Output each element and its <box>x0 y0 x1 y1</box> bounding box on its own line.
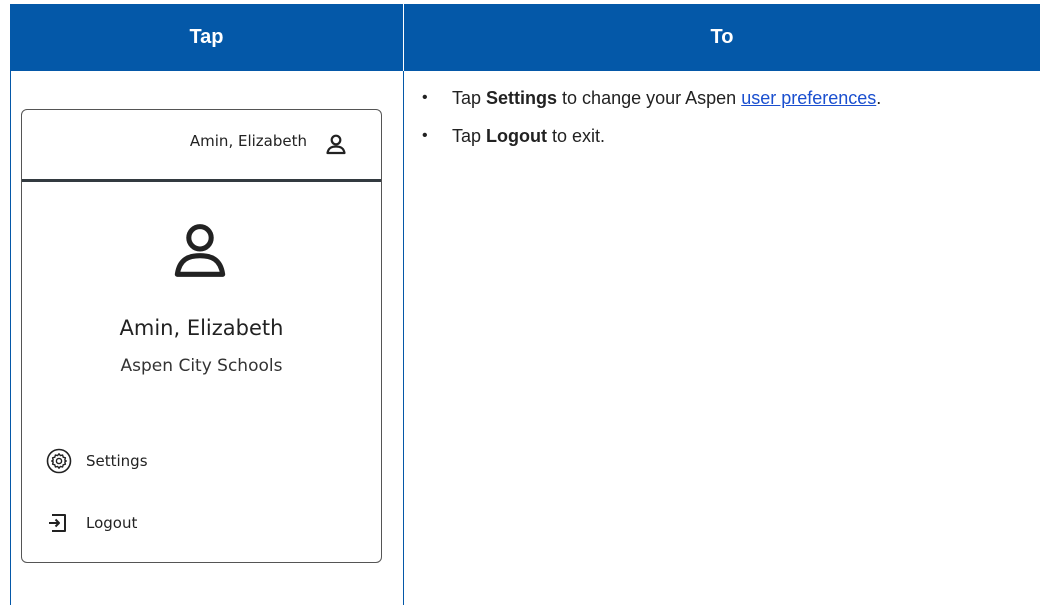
instruction-prefix: Tap <box>452 88 487 108</box>
user-preferences-link[interactable]: user preferences <box>741 88 876 108</box>
instruction-list: • Tap Settings to change your Aspen user… <box>422 86 1002 162</box>
mock-topbar: Amin, Elizabeth <box>22 110 381 179</box>
bullet: • <box>422 127 428 144</box>
tap-to-table: Tap To Amin, Elizabeth Amin, Elizabeth A… <box>10 4 1040 605</box>
gear-icon <box>46 448 72 474</box>
settings-menu-item[interactable]: Settings <box>46 446 148 476</box>
profile-user-icon <box>168 217 232 281</box>
logout-menu-item[interactable]: Logout <box>46 508 137 538</box>
header-tap: Tap <box>189 26 224 48</box>
logout-icon <box>46 510 72 536</box>
instruction-suffix: to exit. <box>547 126 606 146</box>
profile-organization: Aspen City Schools <box>120 356 283 376</box>
logout-keyword: Logout <box>486 126 548 146</box>
logout-label: Logout <box>86 514 138 532</box>
topbar-user-name[interactable]: Amin, Elizabeth <box>190 132 307 150</box>
instruction-prefix: Tap <box>452 126 487 146</box>
instruction-middle: to change your Aspen <box>557 88 742 108</box>
column-divider <box>403 71 404 605</box>
mock-divider <box>22 179 381 182</box>
instruction-settings: • Tap Settings to change your Aspen user… <box>422 86 1002 110</box>
bullet: • <box>422 89 428 106</box>
settings-label: Settings <box>86 452 148 470</box>
instruction-logout: • Tap Logout to exit. <box>422 124 1002 148</box>
settings-keyword: Settings <box>486 88 558 108</box>
column-left-border <box>10 71 11 605</box>
table-header-row: Tap To <box>10 4 1040 71</box>
user-icon[interactable] <box>324 132 348 156</box>
header-to: To <box>710 26 734 48</box>
user-menu-mock: Amin, Elizabeth Amin, Elizabeth Aspen Ci… <box>21 109 382 563</box>
profile-name: Amin, Elizabeth <box>119 316 284 340</box>
instruction-suffix: . <box>876 88 882 108</box>
